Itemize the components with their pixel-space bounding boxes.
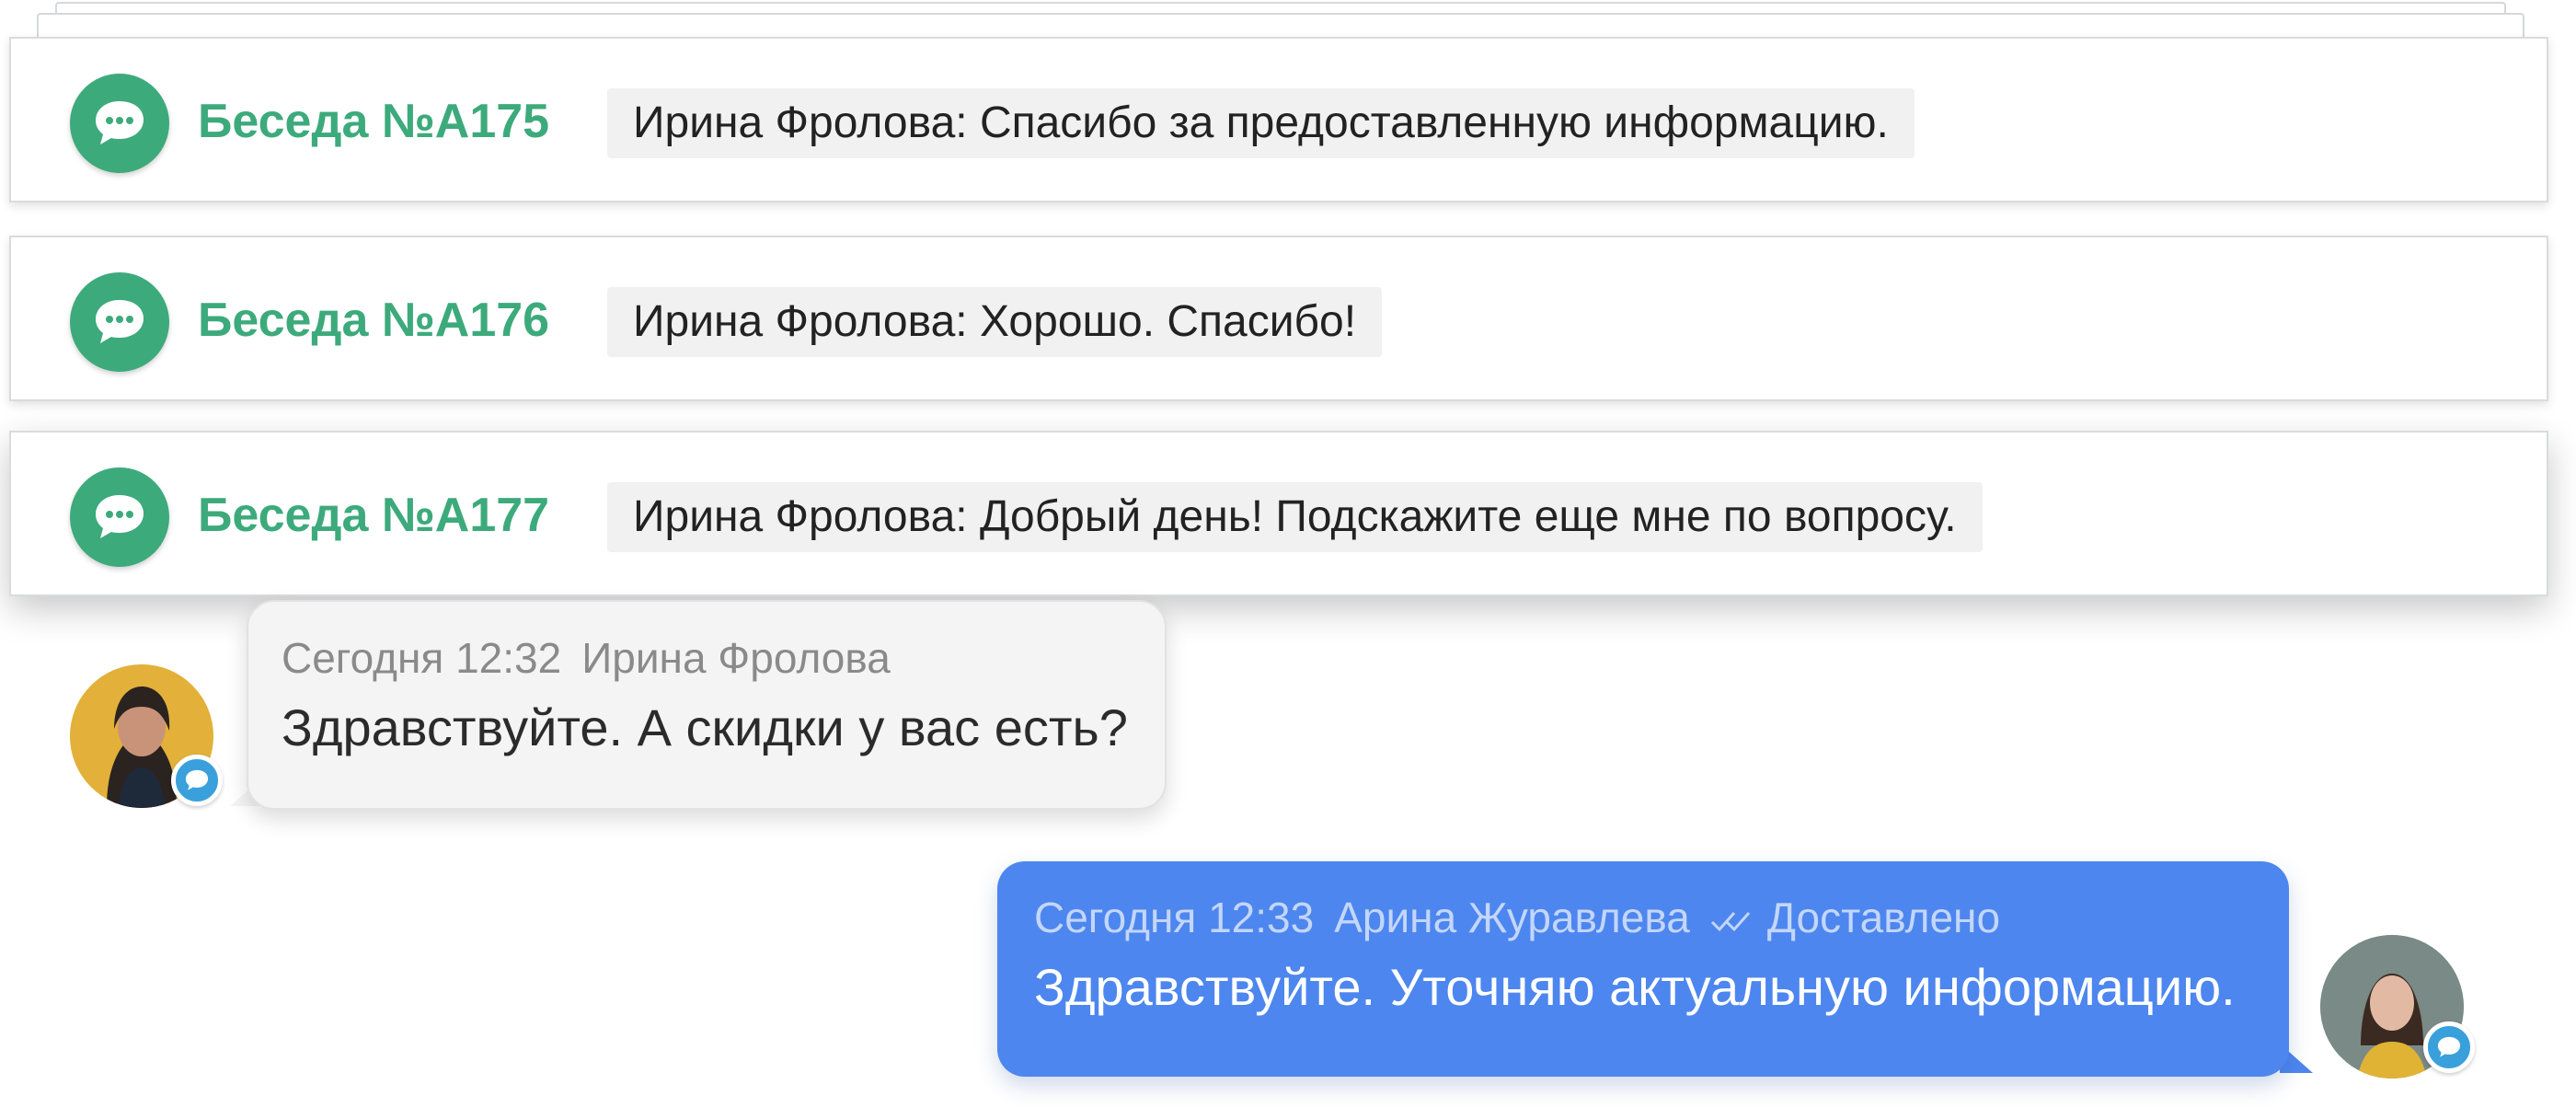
conversation-preview: Ирина Фролова: Спасибо за предоставленну… (607, 88, 1915, 158)
chat-bubble-icon (70, 467, 169, 567)
message-time: Сегодня 12:33 (1034, 894, 1315, 941)
conversation-card[interactable]: Беседа №А176 Ирина Фролова: Хорошо. Спас… (9, 236, 2548, 401)
message-meta: Сегодня 12:33 Арина Журавлева Доставлено (1034, 893, 2020, 942)
message-meta: Сегодня 12:32 Ирина Фролова (282, 633, 911, 683)
conversation-preview: Ирина Фролова: Добрый день! Подскажите е… (607, 482, 1983, 552)
conversation-card[interactable]: Беседа №А175 Ирина Фролова: Спасибо за п… (9, 37, 2548, 202)
delivery-status: Доставлено (1766, 894, 2001, 941)
conversation-title: Беседа №А175 (198, 95, 550, 148)
message-author: Арина Журавлева (1334, 894, 1690, 941)
stack-edge-middle (37, 13, 2524, 37)
message-text: Здравствуйте. Уточняю актуальную информа… (1034, 958, 2236, 1016)
incoming-message: Сегодня 12:32 Ирина Фролова Здравствуйте.… (247, 600, 1167, 810)
conversation-card[interactable]: Беседа №А177 Ирина Фролова: Добрый день!… (9, 431, 2548, 596)
message-author: Ирина Фролова (581, 634, 891, 682)
chat-bubble-icon (70, 272, 169, 372)
outgoing-message: Сегодня 12:33 Арина Журавлева Доставлено З… (997, 861, 2289, 1077)
conversation-title: Беседа №А177 (198, 489, 550, 542)
conversation-title: Беседа №А176 (198, 294, 550, 347)
double-check-icon (1710, 911, 1750, 932)
chat-bubble-icon (70, 74, 169, 173)
chat-channel-icon (2423, 1021, 2475, 1073)
chat-channel-icon (171, 755, 223, 806)
conversation-preview: Ирина Фролова: Хорошо. Спасибо! (607, 287, 1383, 357)
message-time: Сегодня 12:32 (282, 634, 562, 682)
message-text: Здравствуйте. А скидки у вас есть? (282, 698, 1128, 756)
